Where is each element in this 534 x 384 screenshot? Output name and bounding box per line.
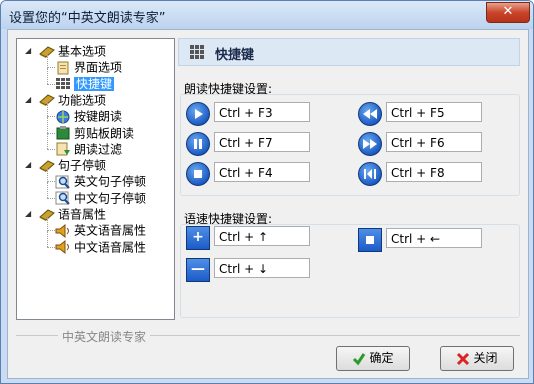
tree-connector [47, 67, 48, 84]
magnifier-icon [55, 191, 71, 205]
page-icon [55, 61, 71, 75]
settings-tree[interactable]: 基本选项 ◢ 界面选项快捷键 功能选项 ◢ 按键朗读剪贴板朗读朗读过滤 句子停顿 ◢ 英文句子停… [16, 38, 175, 320]
pause-icon [186, 132, 210, 156]
tree-connector [47, 67, 55, 69]
tree-connector [47, 148, 55, 150]
restart-icon [358, 162, 382, 186]
tree-item-5[interactable]: 剪贴板朗读 [55, 125, 134, 141]
window-title: 设置您的“中英文朗读专家” [9, 11, 166, 26]
tree-item-12[interactable]: 中文语音属性 [55, 239, 146, 255]
tree-connector [47, 197, 55, 199]
minus-icon: — [186, 258, 210, 282]
tree-connector [47, 116, 48, 133]
tree-connector [47, 51, 48, 68]
tree-item-2[interactable]: 快捷键 [55, 76, 115, 92]
tree-item-10[interactable]: 语音属性 [39, 206, 106, 222]
tree-item-1[interactable]: 界面选项 [55, 59, 122, 75]
tree-item-label: 按键朗读 [74, 109, 123, 124]
play-icon [186, 102, 210, 126]
ok-button-label: 确定 [369, 351, 394, 365]
tree-item-label: 中文语音属性 [74, 240, 147, 255]
dialog-body: 基本选项 ◢ 界面选项 快捷键 功能选项 ◢ 按键朗读 剪贴板朗读 朗读过滤 句子停顿 ◢ 英文句子停… [7, 29, 529, 379]
tree-connector [47, 100, 48, 117]
plus-icon: + [186, 226, 210, 250]
tree-item-0[interactable]: 基本选项 [39, 43, 106, 59]
tree-item-11[interactable]: 英文语音属性 [55, 222, 146, 238]
reset-speed-icon [358, 228, 382, 252]
forward-shortcut-field[interactable]: Ctrl + F6 [386, 132, 482, 152]
close-icon [457, 352, 470, 365]
keyboard-icon [190, 45, 204, 59]
tree-item-label: 英文语音属性 [74, 223, 147, 238]
speed-up-shortcut-field[interactable]: Ctrl + ↑ [214, 226, 310, 246]
globe-icon [55, 110, 71, 124]
tree-item-label: 朗读过滤 [74, 142, 123, 157]
tree-connector [47, 246, 55, 248]
keyboard-icon [55, 77, 71, 91]
tree-expand-toggle[interactable]: ◢ [25, 92, 31, 108]
speaker-icon [55, 223, 71, 238]
magnifier-icon [55, 175, 71, 189]
speed-reset-shortcut-field[interactable]: Ctrl + ← [386, 228, 482, 248]
play-shortcut-field[interactable]: Ctrl + F3 [214, 102, 310, 122]
speed-down-shortcut-field[interactable]: Ctrl + ↓ [214, 258, 310, 278]
tree-connector [47, 132, 55, 134]
tree-connector [47, 230, 55, 232]
tree-item-label: 剪贴板朗读 [74, 126, 135, 140]
stop-icon [186, 162, 210, 186]
tree-expand-toggle[interactable]: ◢ [25, 206, 31, 222]
shortcut-panel: 快捷键 朗读快捷键设置: Ctrl + F3 Ctrl + F7 Ctrl + … [178, 38, 520, 318]
tree-item-3[interactable]: 功能选项 [39, 92, 106, 108]
tree-connector [47, 132, 48, 150]
tree-connector [47, 83, 55, 85]
stop-shortcut-field[interactable]: Ctrl + F4 [214, 162, 310, 182]
tree-item-label: 句子停顿 [58, 158, 107, 173]
ok-button[interactable]: 确定 [336, 346, 410, 371]
rewind-icon [358, 102, 382, 126]
tree-item-label: 中文句子停顿 [74, 191, 147, 206]
tree-connector [47, 116, 55, 118]
panel-header: 快捷键 [178, 38, 520, 66]
tree-connector [47, 165, 48, 182]
speaker-icon [55, 240, 71, 255]
tree-item-label: 语音属性 [58, 207, 107, 222]
tree-item-9[interactable]: 中文句子停顿 [55, 190, 146, 206]
checkmark-icon [353, 352, 366, 365]
tree-expand-toggle[interactable]: ◢ [25, 43, 31, 59]
pause-shortcut-field[interactable]: Ctrl + F7 [214, 132, 310, 152]
filter-icon [55, 142, 71, 156]
tree-connector [47, 214, 48, 231]
tree-connector [47, 230, 48, 247]
rewind-shortcut-field[interactable]: Ctrl + F5 [386, 102, 482, 122]
window-close-button[interactable]: ✕ [486, 2, 530, 23]
tree-item-label: 基本选项 [58, 44, 107, 59]
tree-item-label: 功能选项 [58, 93, 107, 108]
panel-title: 快捷键 [215, 48, 255, 63]
tree-item-4[interactable]: 按键朗读 [55, 108, 122, 124]
tree-item-label: 英文句子停顿 [74, 174, 147, 189]
tree-connector [47, 181, 48, 198]
footer-legend: 中英文朗读专家 [58, 328, 151, 345]
close-button-label: 关闭 [473, 351, 498, 365]
fast-forward-icon [358, 132, 382, 156]
clipboard-icon [55, 126, 71, 140]
tree-item-7[interactable]: 句子停顿 [39, 157, 106, 173]
restart-shortcut-field[interactable]: Ctrl + F8 [386, 162, 482, 182]
tree-item-label: 界面选项 [74, 60, 123, 75]
tree-expand-toggle[interactable]: ◢ [25, 157, 31, 173]
tree-item-label: 快捷键 [74, 77, 115, 92]
tree-item-6[interactable]: 朗读过滤 [55, 141, 122, 157]
title-bar: 设置您的“中英文朗读专家” ✕ [1, 1, 533, 29]
close-button[interactable]: 关闭 [440, 346, 514, 371]
tree-item-8[interactable]: 英文句子停顿 [55, 173, 146, 189]
tree-connector [47, 181, 55, 183]
settings-window: 设置您的“中英文朗读专家” ✕ 基本选项 ◢ 界面选项 快捷键 功能选项 ◢ 按键朗读 剪贴板… [0, 0, 534, 384]
